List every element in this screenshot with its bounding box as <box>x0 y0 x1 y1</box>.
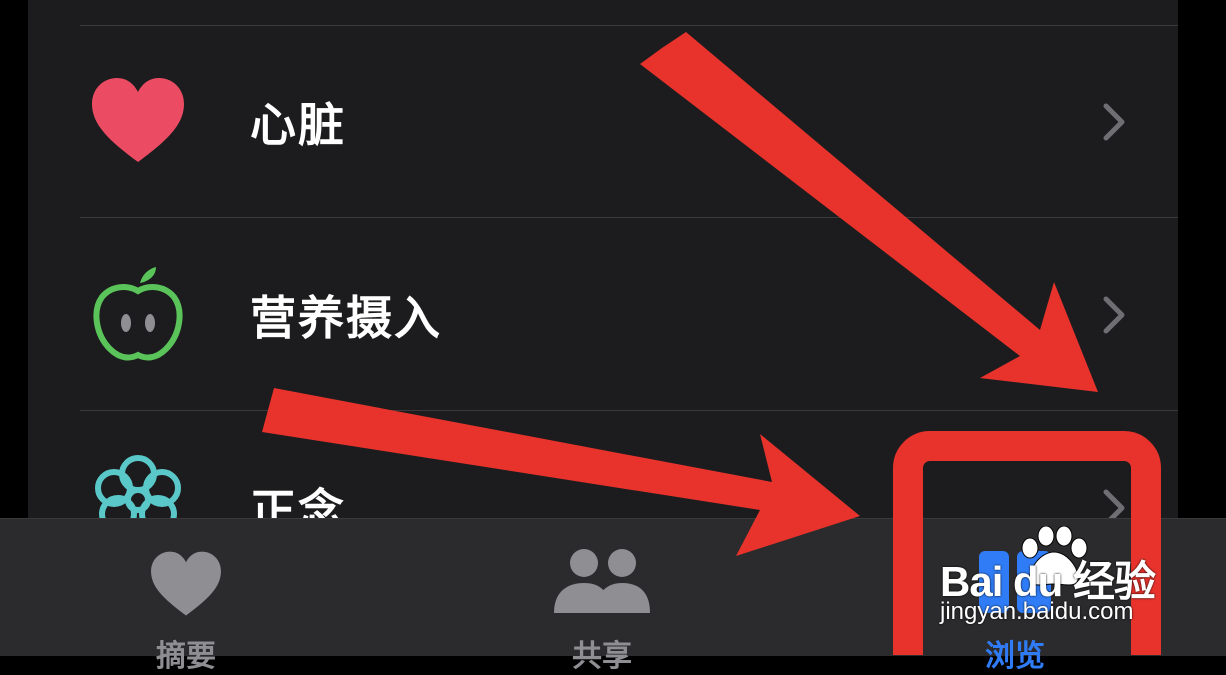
category-row-nutrition[interactable]: 营养摄入 <box>28 219 1178 411</box>
chevron-right-icon <box>1103 296 1125 334</box>
divider <box>80 217 1178 218</box>
divider <box>80 410 1178 411</box>
tab-label: 共享 <box>572 639 632 674</box>
chevron-right-icon <box>1103 103 1125 141</box>
apple-icon <box>93 267 183 361</box>
watermark-site: jingyan.baidu.com <box>940 598 1134 625</box>
people-icon <box>554 549 650 613</box>
tab-summary[interactable]: 摘要 <box>86 519 286 674</box>
category-row-heart[interactable]: 心脏 <box>28 26 1178 218</box>
tab-sharing[interactable]: 共享 <box>502 519 702 674</box>
baidu-watermark: Bai du 经验 jingyan.baidu.com <box>940 526 1170 640</box>
tab-label: 摘要 <box>156 639 216 674</box>
heart-icon <box>151 551 221 616</box>
category-label: 营养摄入 <box>250 291 442 345</box>
category-label: 心脏 <box>250 98 346 152</box>
heart-icon <box>92 78 184 162</box>
